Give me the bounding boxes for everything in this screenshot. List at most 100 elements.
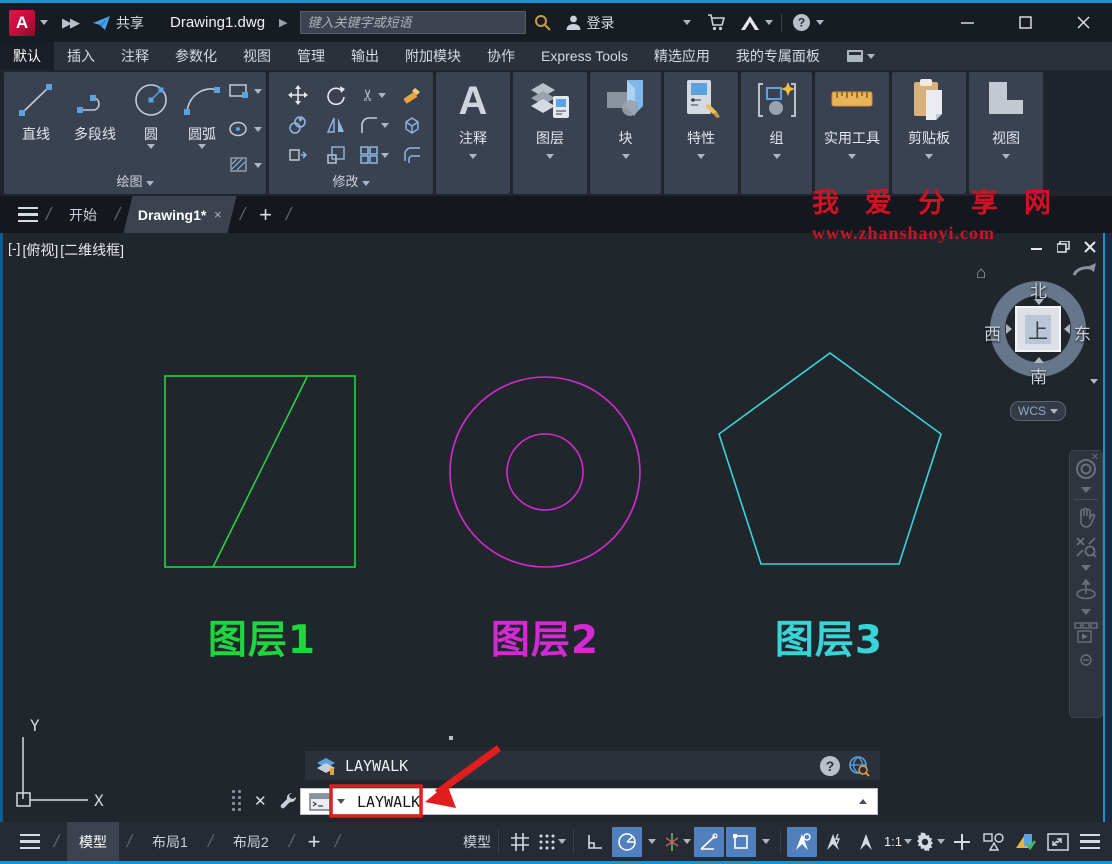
tab-collaborate[interactable]: 协作	[474, 42, 528, 70]
layer1-text[interactable]: 图层1	[142, 609, 382, 665]
tab-addins[interactable]: 附加模块	[392, 42, 474, 70]
help-search-field[interactable]	[300, 11, 526, 34]
array-button[interactable]	[359, 145, 389, 165]
clean-screen-button[interactable]	[1043, 827, 1073, 857]
move-icon[interactable]	[288, 85, 308, 105]
internet-search-icon[interactable]	[848, 755, 870, 777]
polar-caret-button[interactable]	[644, 827, 660, 857]
workspace-switch-button[interactable]	[915, 827, 945, 857]
command-help-icon[interactable]: ?	[820, 756, 840, 776]
app-menu-button[interactable]: A	[9, 10, 35, 36]
tab-manage[interactable]: 管理	[284, 42, 338, 70]
tab-express-tools[interactable]: Express Tools	[528, 42, 641, 70]
panel-block[interactable]: 块	[590, 72, 661, 194]
close-button[interactable]	[1054, 3, 1112, 42]
panel-clipboard[interactable]: 剪贴板	[892, 72, 966, 194]
group-caret-icon[interactable]	[773, 154, 781, 159]
tab-drawing1[interactable]: Drawing1* ×	[123, 196, 236, 233]
store-button[interactable]	[707, 14, 726, 31]
minimize-button[interactable]	[938, 3, 996, 42]
offset-icon[interactable]	[402, 145, 422, 165]
layer3-pentagon[interactable]	[719, 353, 941, 564]
ellipse-tool-button[interactable]	[228, 120, 262, 138]
tab-start[interactable]: 开始	[59, 196, 107, 233]
model-space-button[interactable]: 模型	[462, 827, 492, 857]
layer3-text[interactable]: 图层3	[709, 609, 949, 665]
panel-layers[interactable]: 图层	[513, 72, 587, 194]
share-button[interactable]: 共享	[92, 13, 144, 33]
layout-menu-button[interactable]	[20, 834, 40, 850]
annotation-autoscale-toggle[interactable]	[819, 827, 849, 857]
annotation-monitor-button[interactable]	[947, 827, 977, 857]
panel-view[interactable]: 视图	[969, 72, 1043, 194]
mirror-icon[interactable]	[326, 115, 346, 135]
snap-toggle[interactable]	[537, 827, 567, 857]
explode-box-icon[interactable]	[402, 115, 422, 135]
panel-draw-title[interactable]: 绘图	[4, 171, 266, 190]
graphics-performance-button[interactable]	[1011, 827, 1041, 857]
rectangle-tool-button[interactable]	[228, 82, 262, 100]
tab-home[interactable]: 默认	[0, 42, 54, 70]
tab-annotate[interactable]: 注释	[108, 42, 162, 70]
tab-parametric[interactable]: 参数化	[162, 42, 230, 70]
panel-groups[interactable]: 组	[741, 72, 812, 194]
panel-modify-title[interactable]: 修改	[269, 171, 433, 190]
utilities-caret-icon[interactable]	[848, 154, 856, 159]
command-close-icon[interactable]: ✕	[254, 792, 267, 810]
line-tool-button[interactable]: 直线	[10, 80, 62, 144]
properties-caret-icon[interactable]	[697, 154, 705, 159]
isodraft-toggle[interactable]	[662, 827, 692, 857]
rotate-icon[interactable]	[326, 85, 346, 105]
tab-insert[interactable]: 插入	[54, 42, 108, 70]
panel-utilities[interactable]: 实用工具	[815, 72, 889, 194]
annotation-scale-dropdown[interactable]: 1:1	[883, 827, 913, 857]
layer1-line[interactable]	[213, 377, 307, 567]
tab-layout1[interactable]: 布局1	[140, 822, 200, 861]
tab-model[interactable]: 模型	[67, 822, 119, 861]
grid-toggle[interactable]	[505, 827, 535, 857]
view-caret-icon[interactable]	[1002, 154, 1010, 159]
tab-output[interactable]: 输出	[338, 42, 392, 70]
stretch-icon[interactable]	[288, 145, 308, 165]
tab-view[interactable]: 视图	[230, 42, 284, 70]
erase-icon[interactable]	[402, 85, 422, 105]
scale-icon[interactable]	[326, 145, 346, 165]
quick-access-expand-button[interactable]: ▶▶	[62, 15, 78, 31]
new-drawing-button[interactable]: +	[259, 202, 272, 228]
trim-button[interactable]: ✂	[362, 85, 385, 105]
tab-my-panel[interactable]: 我的专属面板	[723, 42, 833, 70]
tab-featured-apps[interactable]: 精选应用	[641, 42, 723, 70]
block-caret-icon[interactable]	[622, 154, 630, 159]
autodesk-app-button[interactable]	[740, 15, 773, 31]
annotation-visibility-toggle[interactable]	[787, 827, 817, 857]
isolate-objects-button[interactable]	[979, 827, 1009, 857]
polar-tracking-toggle[interactable]	[612, 827, 642, 857]
command-expand-caret-icon[interactable]	[859, 799, 867, 804]
circle-tool-button[interactable]: 圆	[128, 80, 174, 149]
app-menu-caret-icon[interactable]	[40, 20, 48, 25]
clipboard-caret-icon[interactable]	[925, 154, 933, 159]
fillet-button[interactable]	[359, 115, 389, 135]
new-layout-button[interactable]: +	[308, 829, 321, 855]
file-tabs-menu-button[interactable]	[18, 207, 38, 223]
command-suggestion-row[interactable]: LAYWALK ?	[305, 751, 880, 780]
ortho-toggle[interactable]	[580, 827, 610, 857]
title-flyout-icon[interactable]: ▶	[279, 16, 287, 29]
sign-in-button[interactable]: 登录	[565, 13, 615, 33]
layers-caret-icon[interactable]	[546, 154, 554, 159]
osnap-tracking-toggle[interactable]	[694, 827, 724, 857]
object-snap-toggle[interactable]	[726, 827, 756, 857]
maximize-button[interactable]	[996, 3, 1054, 42]
tab-layout2[interactable]: 布局2	[221, 822, 281, 861]
circle-flyout-caret-icon[interactable]	[147, 144, 155, 149]
layer2-outer-circle[interactable]	[450, 377, 640, 567]
command-grip-handle[interactable]	[232, 790, 242, 812]
account-caret-icon[interactable]	[683, 20, 691, 25]
layer2-text[interactable]: 图层2	[425, 609, 665, 665]
arc-flyout-caret-icon[interactable]	[198, 144, 206, 149]
drawing-canvas[interactable]: [-] [俯视] [二维线框] ⌂ 北 南 西 东 上 WCS ✕	[0, 233, 1112, 822]
annotation-scale-sync-toggle[interactable]	[851, 827, 881, 857]
command-customize-wrench-icon[interactable]	[279, 791, 299, 811]
customize-statusbar-button[interactable]	[1075, 827, 1105, 857]
search-input[interactable]	[300, 11, 526, 34]
